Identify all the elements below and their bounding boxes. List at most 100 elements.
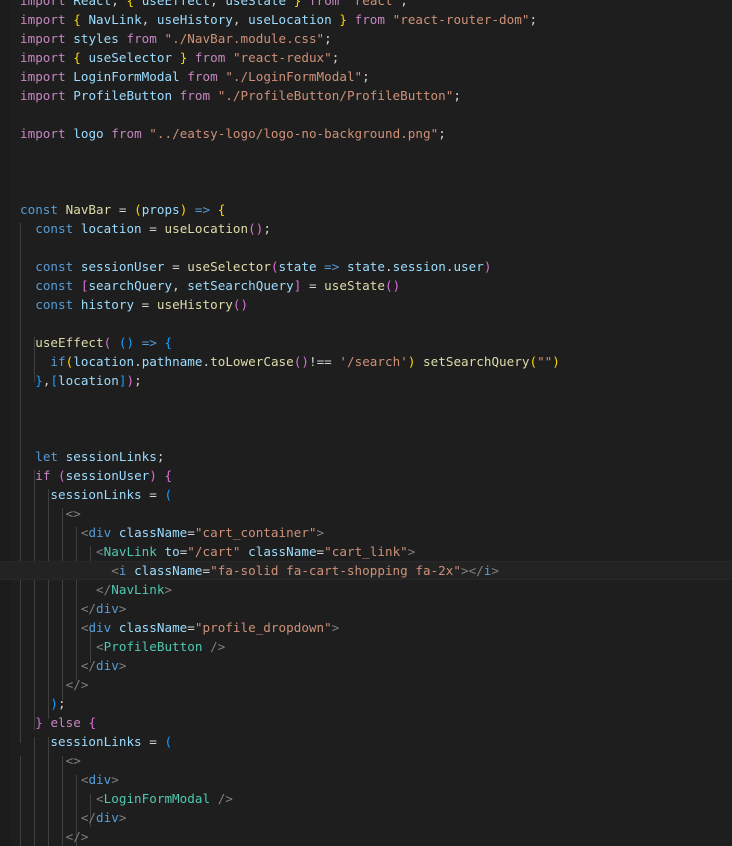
code-token: import [20, 88, 66, 103]
code-line[interactable] [0, 105, 20, 124]
code-token: . [202, 354, 211, 369]
code-line[interactable]: <> [0, 751, 81, 770]
code-token: if [35, 468, 51, 483]
code-line[interactable] [0, 390, 20, 409]
code-line[interactable]: import styles from "./NavBar.module.css"… [0, 29, 332, 48]
code-line[interactable]: let sessionLinks; [0, 447, 164, 466]
code-line[interactable]: const history = useHistory() [0, 295, 248, 314]
code-line[interactable]: import React, { useEffect, useState } fr… [0, 0, 408, 10]
code-line[interactable]: const location = useLocation(); [0, 219, 271, 238]
code-line[interactable]: import { NavLink, useHistory, useLocatio… [0, 10, 537, 29]
code-line[interactable]: import ProfileButton from "./ProfileButt… [0, 86, 461, 105]
code-line[interactable] [0, 143, 20, 162]
code-token: ( [385, 278, 393, 293]
code-token: const [20, 202, 59, 217]
code-line[interactable]: </div> [0, 808, 127, 827]
code-line[interactable]: },[location]); [0, 371, 142, 390]
code-token: </ [80, 601, 97, 616]
code-line[interactable]: </div> [0, 656, 127, 675]
code-token: ( [529, 354, 538, 369]
code-token: sessionUser [80, 259, 165, 274]
code-line[interactable]: const NavBar = (props) => { [0, 200, 225, 219]
code-line[interactable] [0, 314, 20, 333]
code-token: < [96, 639, 104, 654]
code-token: > [407, 544, 416, 559]
code-token: div [88, 525, 112, 540]
code-line[interactable]: <div> [0, 770, 119, 789]
code-token: ; [156, 449, 165, 464]
code-token: => [324, 259, 340, 274]
code-token: useLocation [164, 221, 249, 236]
code-token: <> [65, 506, 81, 521]
code-token: /> [217, 791, 233, 806]
code-line[interactable]: <LoginFormModal /> [0, 789, 233, 808]
code-line[interactable]: const sessionUser = useSelector(state =>… [0, 257, 491, 276]
code-line[interactable] [0, 162, 20, 181]
code-token: from [126, 31, 157, 46]
code-token: "cart_container" [194, 525, 317, 540]
code-line[interactable]: import { useSelector } from "react-redux… [0, 48, 339, 67]
code-line[interactable]: <ProfileButton /> [0, 637, 225, 656]
code-line[interactable]: const [searchQuery, setSearchQuery] = us… [0, 276, 400, 295]
code-line[interactable]: <> [0, 504, 81, 523]
code-line[interactable]: </> [0, 827, 89, 846]
code-line[interactable]: <i className="fa-solid fa-cart-shopping … [0, 561, 499, 580]
code-surface[interactable]: import React, { useEffect, useState } fr… [0, 0, 732, 846]
code-line[interactable] [0, 409, 20, 428]
code-line[interactable]: if (sessionUser) { [0, 466, 172, 485]
code-line[interactable]: </> [0, 675, 89, 694]
code-token: </> [65, 829, 89, 844]
code-line[interactable]: import LoginFormModal from "./LoginFormM… [0, 67, 370, 86]
code-line[interactable]: </div> [0, 599, 127, 618]
code-token: setSearchQuery [187, 278, 294, 293]
code-token: , [210, 0, 226, 8]
code-token: "react-redux" [232, 50, 332, 65]
code-line[interactable]: sessionLinks = ( [0, 732, 172, 751]
code-token: from [111, 126, 142, 141]
code-line[interactable]: </NavLink> [0, 580, 172, 599]
code-token: ( [164, 487, 173, 502]
code-token: ) [301, 354, 309, 369]
code-line[interactable] [0, 181, 20, 200]
code-editor[interactable]: import React, { useEffect, useState } fr… [0, 0, 732, 846]
code-token: LoginFormModal [103, 791, 211, 806]
code-line[interactable]: <div className="cart_container"> [0, 523, 324, 542]
code-line[interactable] [0, 238, 20, 257]
code-token: = [316, 544, 325, 559]
code-token: '/search' [339, 354, 408, 369]
code-line[interactable]: if(location.pathname.toLowerCase()!== '/… [0, 352, 560, 371]
code-token: useSelector [88, 50, 173, 65]
code-line[interactable]: ); [0, 694, 66, 713]
code-line[interactable]: import logo from "../eatsy-logo/logo-no-… [0, 124, 446, 143]
code-token: useHistory [156, 12, 233, 27]
code-token: from [308, 0, 340, 8]
code-token: from [354, 12, 386, 27]
code-token: { [164, 468, 173, 483]
code-line[interactable]: sessionLinks = ( [0, 485, 172, 504]
code-line[interactable]: useEffect( () => { [0, 333, 172, 352]
code-line[interactable] [0, 428, 20, 447]
code-line[interactable]: <div className="profile_dropdown"> [0, 618, 339, 637]
code-token: ; [453, 88, 461, 103]
code-line[interactable]: <NavLink to="/cart" className="cart_link… [0, 542, 415, 561]
code-token: > [111, 772, 119, 787]
code-token: const [35, 259, 74, 274]
code-line[interactable]: } else { [0, 713, 96, 732]
